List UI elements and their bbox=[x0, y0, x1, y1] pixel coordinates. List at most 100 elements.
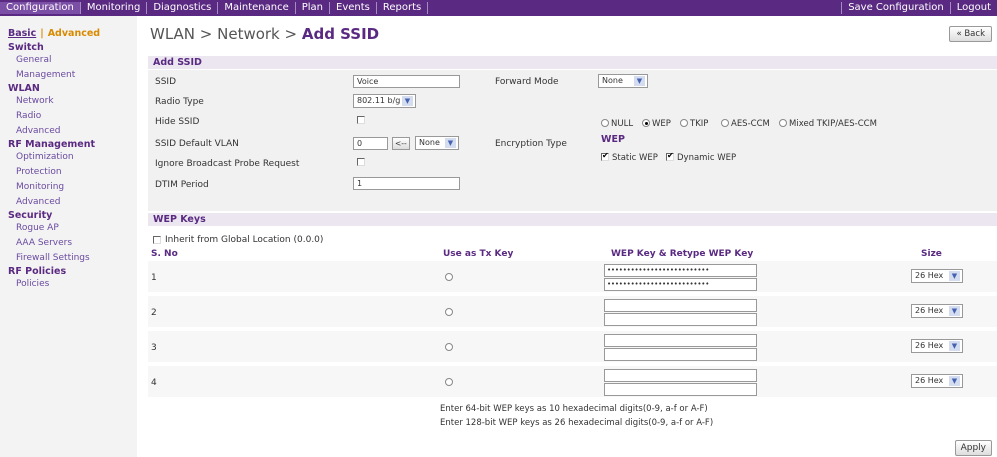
row-number: 1 bbox=[151, 273, 157, 283]
nav-diagnostics[interactable]: Diagnostics bbox=[147, 2, 219, 14]
row-number: 2 bbox=[151, 308, 157, 318]
radio-type-value: 802.11 b/g bbox=[357, 96, 401, 105]
ssid-label: SSID bbox=[155, 77, 177, 87]
sidebar: Basic | Advanced Switch General Management… bbox=[0, 16, 137, 457]
inherit-global-checkbox[interactable] bbox=[153, 236, 161, 244]
forward-mode-select[interactable]: None ▼ bbox=[598, 74, 648, 88]
ignore-probe-checkbox[interactable] bbox=[357, 158, 365, 166]
dtim-input[interactable]: 1 bbox=[353, 177, 460, 190]
save-configuration-link[interactable]: Save Configuration bbox=[841, 2, 950, 14]
radio-type-select[interactable]: 802.11 b/g ▼ bbox=[353, 94, 416, 108]
sidebar-section-rf-policies: RF Policies bbox=[8, 266, 67, 277]
tx-key-radio[interactable] bbox=[445, 378, 453, 386]
table-row: 1 •••••••••••••••••••••••••• •••••••••••… bbox=[148, 261, 997, 293]
key-size-select[interactable]: 26 Hex ▼ bbox=[911, 304, 963, 318]
wep-key-input[interactable]: •••••••••••••••••••••••••• bbox=[604, 264, 757, 277]
sidebar-item-management[interactable]: Management bbox=[8, 68, 137, 83]
key-size-value: 26 Hex bbox=[915, 376, 944, 385]
forward-mode-value: None bbox=[602, 76, 623, 85]
nav-events[interactable]: Events bbox=[330, 2, 377, 14]
col-sno-header: S. No bbox=[151, 249, 178, 259]
vlan-input[interactable]: 0 bbox=[353, 137, 388, 150]
nav-monitoring[interactable]: Monitoring bbox=[81, 2, 148, 14]
sidebar-item-policies[interactable]: Policies bbox=[8, 277, 137, 292]
sidebar-item-aaa-servers[interactable]: AAA Servers bbox=[8, 236, 137, 251]
enc-null-radio[interactable] bbox=[601, 119, 609, 127]
nav-configuration[interactable]: Configuration bbox=[0, 2, 81, 14]
sidebar-item-optimization[interactable]: Optimization bbox=[8, 150, 137, 165]
dtim-label: DTIM Period bbox=[155, 180, 209, 190]
key-size-select[interactable]: 26 Hex ▼ bbox=[911, 374, 963, 388]
static-wep-checkbox[interactable] bbox=[601, 151, 609, 161]
sidebar-item-general[interactable]: General bbox=[8, 53, 137, 68]
row-number: 4 bbox=[151, 378, 157, 388]
sidebar-item-protection[interactable]: Protection bbox=[8, 165, 137, 180]
key-size-value: 26 Hex bbox=[915, 271, 944, 280]
mode-switch: Basic | Advanced bbox=[8, 28, 137, 39]
sidebar-section-security: Security bbox=[8, 210, 53, 221]
static-wep-label: Static WEP bbox=[612, 153, 658, 163]
chevron-down-icon: ▼ bbox=[949, 306, 960, 316]
enc-wep-radio[interactable] bbox=[642, 119, 650, 127]
vlan-select[interactable]: None ▼ bbox=[415, 136, 459, 150]
wep-key-retype-input[interactable] bbox=[604, 348, 757, 361]
inherit-global-label: Inherit from Global Location (0.0.0) bbox=[165, 235, 324, 245]
enc-aes-ccm-radio[interactable] bbox=[721, 119, 729, 127]
vlan-label: SSID Default VLAN bbox=[155, 139, 239, 149]
tx-key-radio[interactable] bbox=[445, 273, 453, 281]
breadcrumb: WLAN > Network > bbox=[150, 25, 302, 43]
sidebar-item-network[interactable]: Network bbox=[8, 94, 137, 109]
sidebar-item-rf-advanced[interactable]: Advanced bbox=[8, 195, 137, 210]
chevron-down-icon: ▼ bbox=[949, 271, 960, 281]
nav-right: Save Configuration Logout bbox=[841, 2, 997, 14]
sidebar-item-monitoring[interactable]: Monitoring bbox=[8, 180, 137, 195]
chevron-down-icon: ▼ bbox=[949, 376, 960, 386]
wep-key-input[interactable] bbox=[604, 334, 757, 347]
page-title: WLAN > Network > Add SSID bbox=[150, 25, 379, 43]
logout-link[interactable]: Logout bbox=[949, 2, 997, 14]
table-row: 4 26 Hex ▼ bbox=[148, 366, 997, 398]
forward-mode-label: Forward Mode bbox=[495, 77, 559, 87]
nav-plan[interactable]: Plan bbox=[296, 2, 331, 14]
add-ssid-form bbox=[148, 70, 997, 211]
wep-key-retype-input[interactable] bbox=[604, 383, 757, 396]
chevron-down-icon: ▼ bbox=[634, 76, 645, 86]
wep-key-input[interactable] bbox=[604, 299, 757, 312]
tx-key-radio[interactable] bbox=[445, 308, 453, 316]
sidebar-item-rogue-ap[interactable]: Rogue AP bbox=[8, 221, 137, 236]
wep-key-retype-input[interactable]: •••••••••••••••••••••••••• bbox=[604, 278, 757, 291]
main-content: WLAN > Network > Add SSID « Back Add SSI… bbox=[143, 16, 997, 457]
mode-separator: | bbox=[40, 28, 44, 39]
enc-tkip-radio[interactable] bbox=[680, 119, 688, 127]
dynamic-wep-checkbox[interactable] bbox=[666, 151, 674, 161]
sidebar-section-rf-management: RF Management bbox=[8, 139, 96, 150]
advanced-mode-link[interactable]: Advanced bbox=[48, 28, 100, 39]
encryption-type-label: Encryption Type bbox=[495, 139, 567, 149]
tx-key-radio[interactable] bbox=[445, 343, 453, 351]
wep-key-retype-input[interactable] bbox=[604, 313, 757, 326]
add-ssid-heading: Add SSID bbox=[148, 56, 997, 69]
wep-subheading: WEP bbox=[601, 134, 625, 145]
enc-mixed-radio[interactable] bbox=[779, 119, 787, 127]
nav-reports[interactable]: Reports bbox=[377, 2, 429, 14]
table-row: 2 26 Hex ▼ bbox=[148, 296, 997, 328]
breadcrumb-current: Add SSID bbox=[301, 25, 380, 43]
vlan-assign-button[interactable]: <-- bbox=[392, 137, 410, 150]
col-tx-header: Use as Tx Key bbox=[443, 249, 514, 259]
enc-tkip-label: TKIP bbox=[690, 119, 709, 129]
sidebar-item-firewall-settings[interactable]: Firewall Settings bbox=[8, 251, 137, 266]
key-size-select[interactable]: 26 Hex ▼ bbox=[911, 339, 963, 353]
ssid-input[interactable]: Voice bbox=[353, 75, 460, 88]
hide-ssid-checkbox[interactable] bbox=[357, 116, 365, 124]
sidebar-item-radio[interactable]: Radio bbox=[8, 109, 137, 124]
wep-key-input[interactable] bbox=[604, 369, 757, 382]
basic-mode-link[interactable]: Basic bbox=[8, 28, 36, 39]
table-row: 3 26 Hex ▼ bbox=[148, 331, 997, 363]
nav-maintenance[interactable]: Maintenance bbox=[218, 2, 296, 14]
sidebar-item-wlan-advanced[interactable]: Advanced bbox=[8, 124, 137, 139]
key-size-select[interactable]: 26 Hex ▼ bbox=[911, 269, 963, 283]
col-size-header: Size bbox=[921, 249, 942, 259]
apply-button[interactable]: Apply bbox=[954, 440, 992, 456]
chevron-down-icon: ▼ bbox=[949, 341, 960, 351]
back-button[interactable]: « Back bbox=[949, 26, 992, 42]
